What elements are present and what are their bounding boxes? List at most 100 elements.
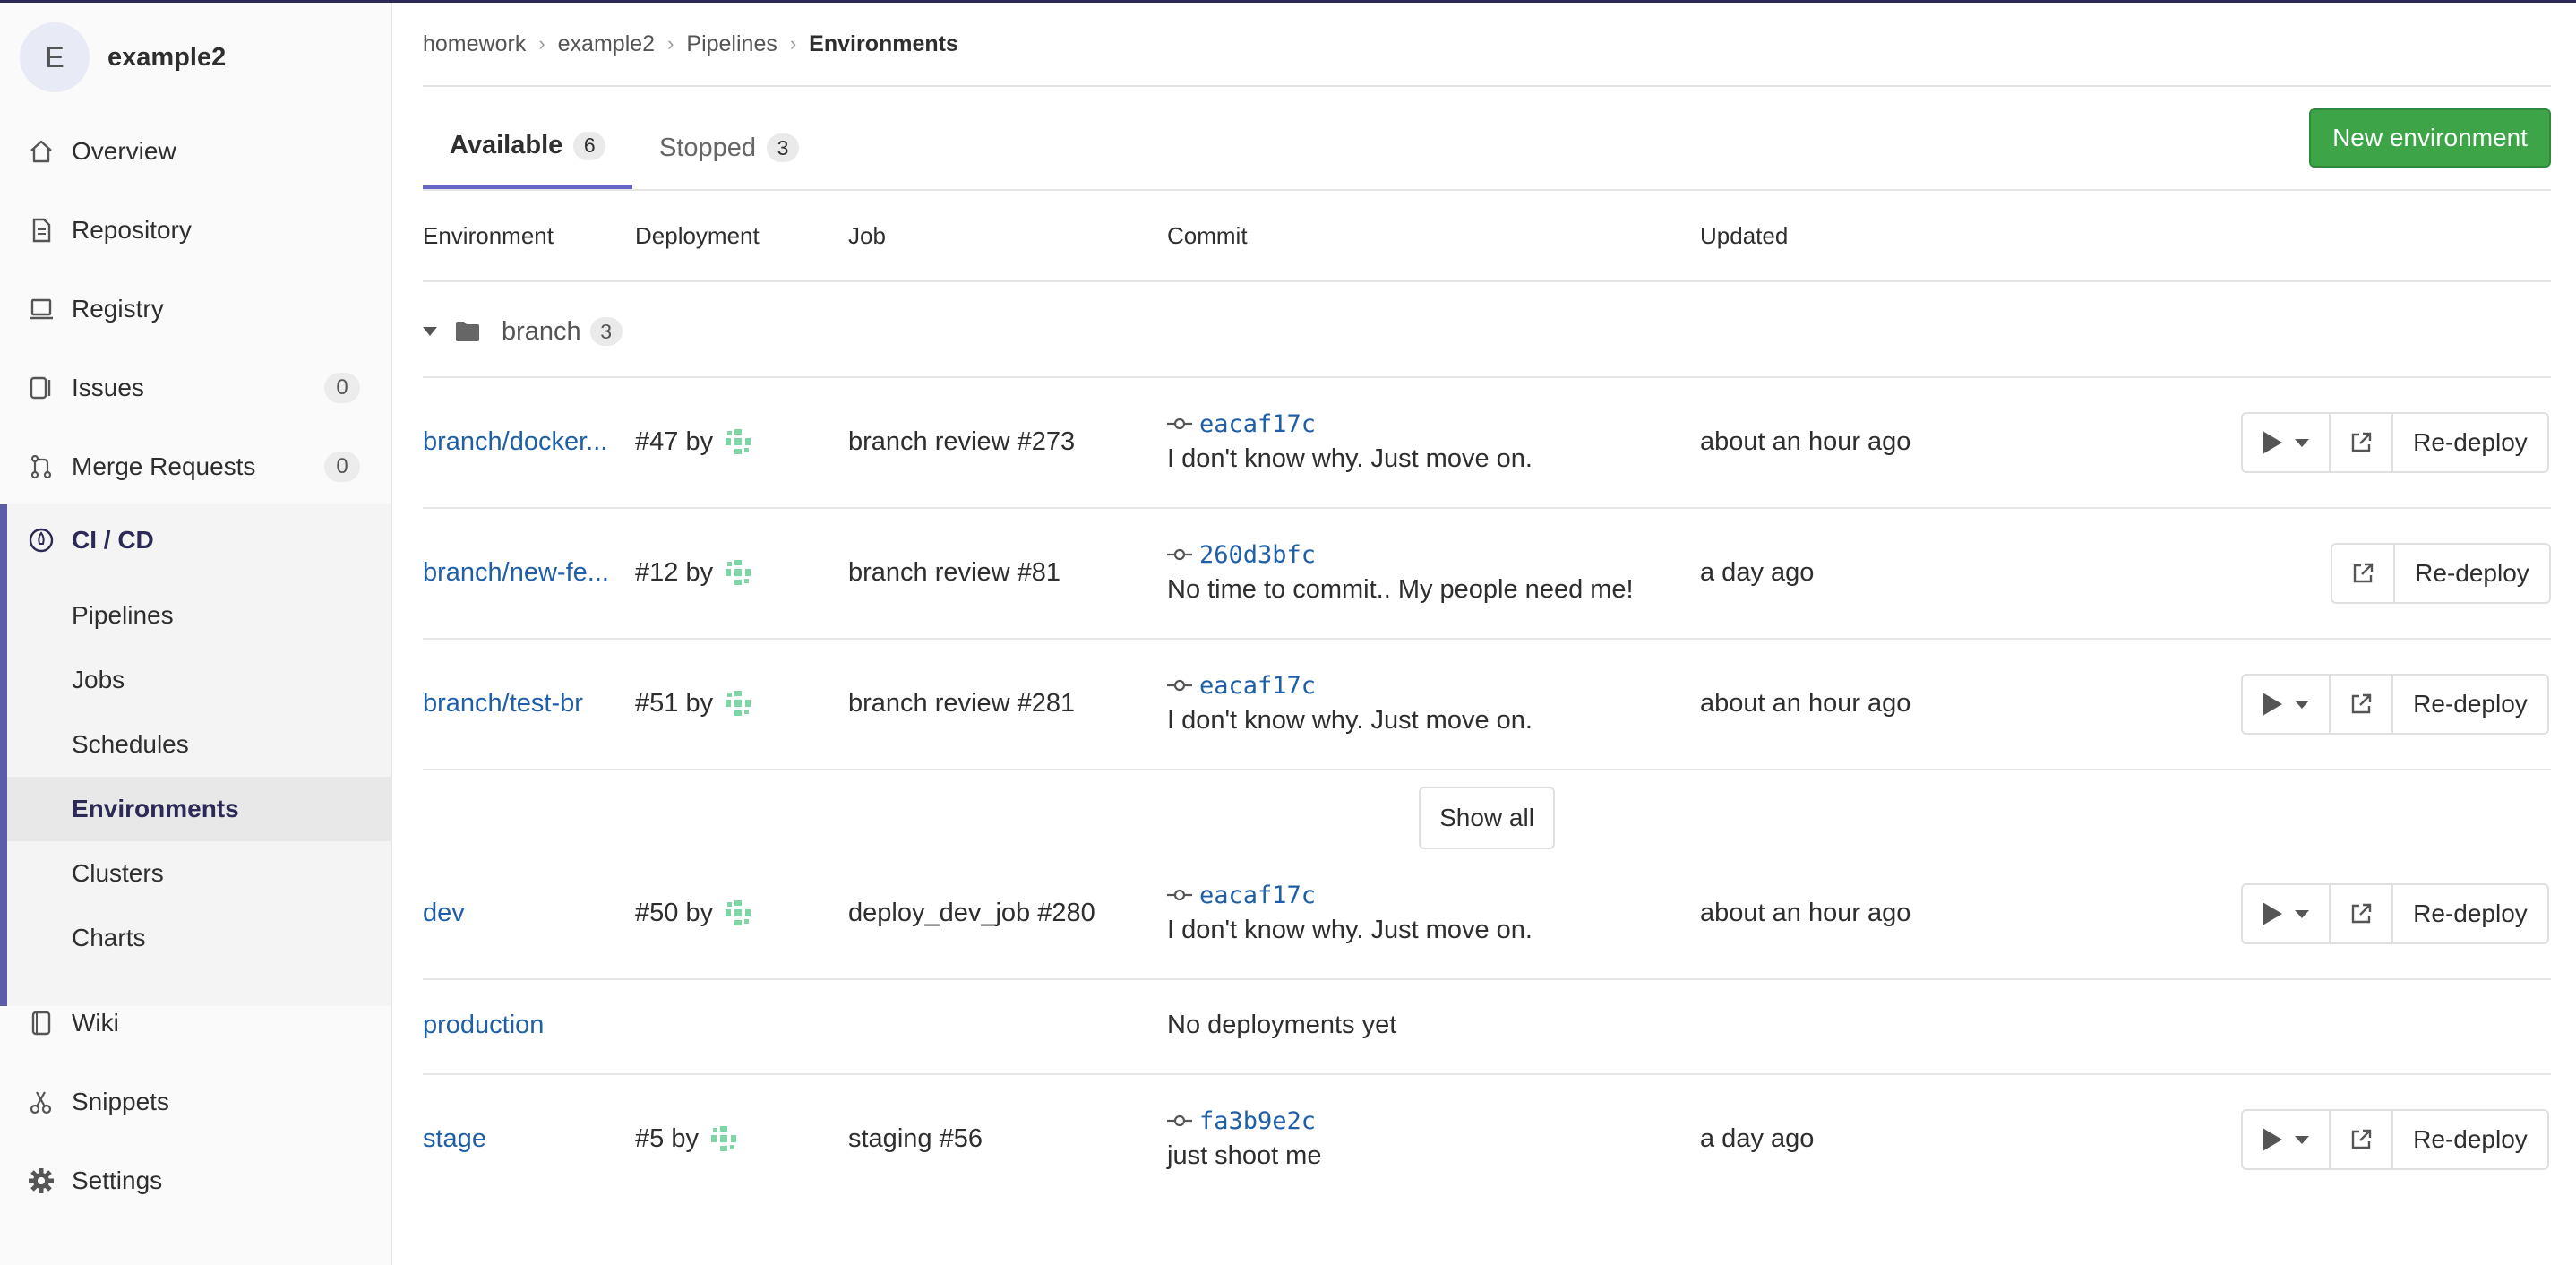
sidebar-item-issues[interactable]: Issues 0 [0,357,391,419]
breadcrumb-homework[interactable]: homework [423,31,526,57]
sidebar-subitem-clusters[interactable]: Clusters [7,841,391,906]
environment-link[interactable]: branch/docker... [423,427,607,457]
row-actions: Re-deploy [2241,412,2549,473]
sidebar-subitem-charts[interactable]: Charts [7,906,391,970]
redeploy-button[interactable]: Re-deploy [2393,543,2551,604]
sidebar-subitem-pipelines[interactable]: Pipelines [7,583,391,648]
user-avatar-icon[interactable] [722,687,754,719]
sidebar-item-repository[interactable]: Repository [0,199,391,262]
commit-message[interactable]: I don't know why. Just move on. [1167,916,1533,945]
divider [423,507,2551,509]
deployment-info: #51 by [635,687,754,719]
breadcrumb-example2[interactable]: example2 [558,31,655,57]
commit-info: fa3b9e2c just shoot me [1167,1106,1321,1171]
manual-deploy-dropdown[interactable] [2241,412,2331,473]
tab-stopped[interactable]: Stopped 3 [659,106,800,190]
commit-icon [1167,889,1192,901]
manual-deploy-dropdown[interactable] [2241,674,2331,735]
environment-link[interactable]: branch/test-br [423,689,583,719]
issues-count-badge: 0 [324,373,360,403]
breadcrumb-pipelines[interactable]: Pipelines [686,31,777,57]
environment-folder-branch[interactable]: branch 3 [423,314,623,349]
sidebar-item-snippets[interactable]: Snippets [0,1071,391,1133]
job-link[interactable]: staging #56 [848,1124,983,1154]
job-link[interactable]: deploy_dev_job #280 [848,899,1095,928]
sidebar-subitem-environments[interactable]: Environments [7,777,391,841]
user-avatar-icon[interactable] [722,556,754,589]
environment-link[interactable]: stage [423,1124,486,1154]
job-link[interactable]: branch review #273 [848,427,1075,457]
commit-icon [1167,679,1192,692]
open-live-environment-button[interactable] [2331,543,2395,604]
open-live-environment-button[interactable] [2329,412,2393,473]
chevron-down-icon [2295,438,2309,447]
book-icon [27,1009,56,1037]
redeploy-button[interactable]: Re-deploy [2391,883,2549,944]
divider [423,280,2551,282]
redeploy-button[interactable]: Re-deploy [2391,1109,2549,1170]
commit-icon [1167,548,1192,561]
breadcrumb-environments[interactable]: Environments [809,31,958,57]
merge-icon [27,452,56,481]
row-actions: Re-deploy [2241,883,2549,944]
external-link-icon [2351,693,2372,714]
divider [423,376,2551,378]
sidebar-item-wiki[interactable]: Wiki [0,992,391,1054]
manual-deploy-dropdown[interactable] [2241,1109,2331,1170]
open-live-environment-button[interactable] [2329,1109,2393,1170]
show-all-button[interactable]: Show all [1419,787,1555,849]
job-link[interactable]: branch review #281 [848,689,1075,719]
commit-sha[interactable]: eacaf17c [1167,880,1533,910]
column-header-commit: Commit [1167,222,1248,249]
row-actions: Re-deploy [2241,1109,2549,1170]
user-avatar-icon[interactable] [708,1123,740,1155]
environment-link[interactable]: production [423,1011,544,1040]
user-avatar-icon[interactable] [722,897,754,929]
deployment-number: #50 by [635,898,714,927]
commit-message[interactable]: I don't know why. Just move on. [1167,706,1533,736]
commit-sha[interactable]: 260d3bfc [1167,539,1634,570]
environment-link[interactable]: branch/new-fe... [423,558,609,588]
commit-info: eacaf17c I don't know why. Just move on. [1167,670,1533,736]
breadcrumb: homework › example2 › Pipelines › Enviro… [423,29,958,59]
open-live-environment-button[interactable] [2329,883,2393,944]
tab-available[interactable]: Available 6 [423,106,632,190]
sidebar-item-merge-requests[interactable]: Merge Requests 0 [0,435,391,498]
redeploy-button[interactable]: Re-deploy [2391,674,2549,735]
no-deployments-text: No deployments yet [1167,1011,1397,1039]
sidebar-subitem-schedules[interactable]: Schedules [7,712,391,777]
divider [423,638,2551,640]
manual-deploy-dropdown[interactable] [2241,883,2331,944]
commit-icon [1167,417,1192,430]
sidebar-item-label: Snippets [72,1088,169,1115]
redeploy-button[interactable]: Re-deploy [2391,412,2549,473]
open-live-environment-button[interactable] [2329,674,2393,735]
commit-message[interactable]: I don't know why. Just move on. [1167,444,1533,474]
commit-info: 260d3bfc No time to commit.. My people n… [1167,539,1634,605]
commit-sha[interactable]: fa3b9e2c [1167,1106,1321,1136]
commit-sha[interactable]: eacaf17c [1167,409,1533,439]
sidebar-item-cicd[interactable]: CI / CD [0,504,391,576]
divider [423,978,2551,980]
chevron-right-icon: › [789,32,797,55]
sidebar-item-registry[interactable]: Registry [0,278,391,340]
sidebar-item-label: Issues [72,374,144,401]
issues-icon [27,374,56,402]
sidebar-item-settings[interactable]: Settings [0,1149,391,1212]
commit-sha[interactable]: eacaf17c [1167,670,1533,701]
tab-count-badge: 3 [767,133,800,162]
commit-message[interactable]: just shoot me [1167,1141,1321,1171]
project-header[interactable]: E example2 [20,22,226,92]
job-link[interactable]: branch review #81 [848,558,1060,588]
sidebar: E example2 Overview Repository Registry … [0,3,392,1265]
user-avatar-icon[interactable] [722,426,754,458]
environment-link[interactable]: dev [423,899,465,928]
commit-sha-text: fa3b9e2c [1199,1106,1317,1135]
sidebar-item-label: Overview [72,137,176,165]
sidebar-subitem-jobs[interactable]: Jobs [7,648,391,712]
sidebar-item-overview[interactable]: Overview [0,120,391,183]
commit-message[interactable]: No time to commit.. My people need me! [1167,575,1634,605]
new-environment-button[interactable]: New environment [2309,108,2551,168]
chevron-right-icon: › [538,32,545,55]
play-icon [2263,431,2282,454]
